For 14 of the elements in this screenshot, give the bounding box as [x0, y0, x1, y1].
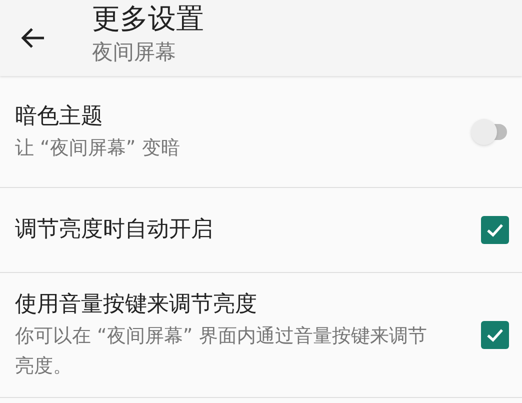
setting-title: 调节亮度时自动开启 [15, 216, 214, 244]
setting-title: 暗色主题 [15, 102, 104, 130]
setting-summary: 你可以在 “夜间屏幕” 界面内通过音量按键来调节亮度。 [15, 324, 428, 379]
setting-title: 使用音量按键来调节亮度 [15, 291, 258, 319]
toolbar-subtitle: 夜间屏幕 [92, 39, 177, 66]
setting-row[interactable]: 暗色主题 让 “夜间屏幕” 变暗 [0, 76, 522, 188]
checkbox[interactable] [481, 321, 509, 349]
toolbar-title: 更多设置 [92, 1, 204, 37]
back-arrow-icon[interactable] [20, 27, 46, 49]
toggle-switch[interactable] [471, 118, 509, 144]
setting-summary: 让 “夜间屏幕” 变暗 [15, 136, 181, 160]
setting-row[interactable]: 使用音量按键来调节亮度 你可以在 “夜间屏幕” 界面内通过音量按键来调节亮度。 [0, 273, 522, 398]
checkbox[interactable] [481, 216, 509, 244]
setting-row[interactable]: 调节亮度时自动开启 [0, 188, 522, 273]
